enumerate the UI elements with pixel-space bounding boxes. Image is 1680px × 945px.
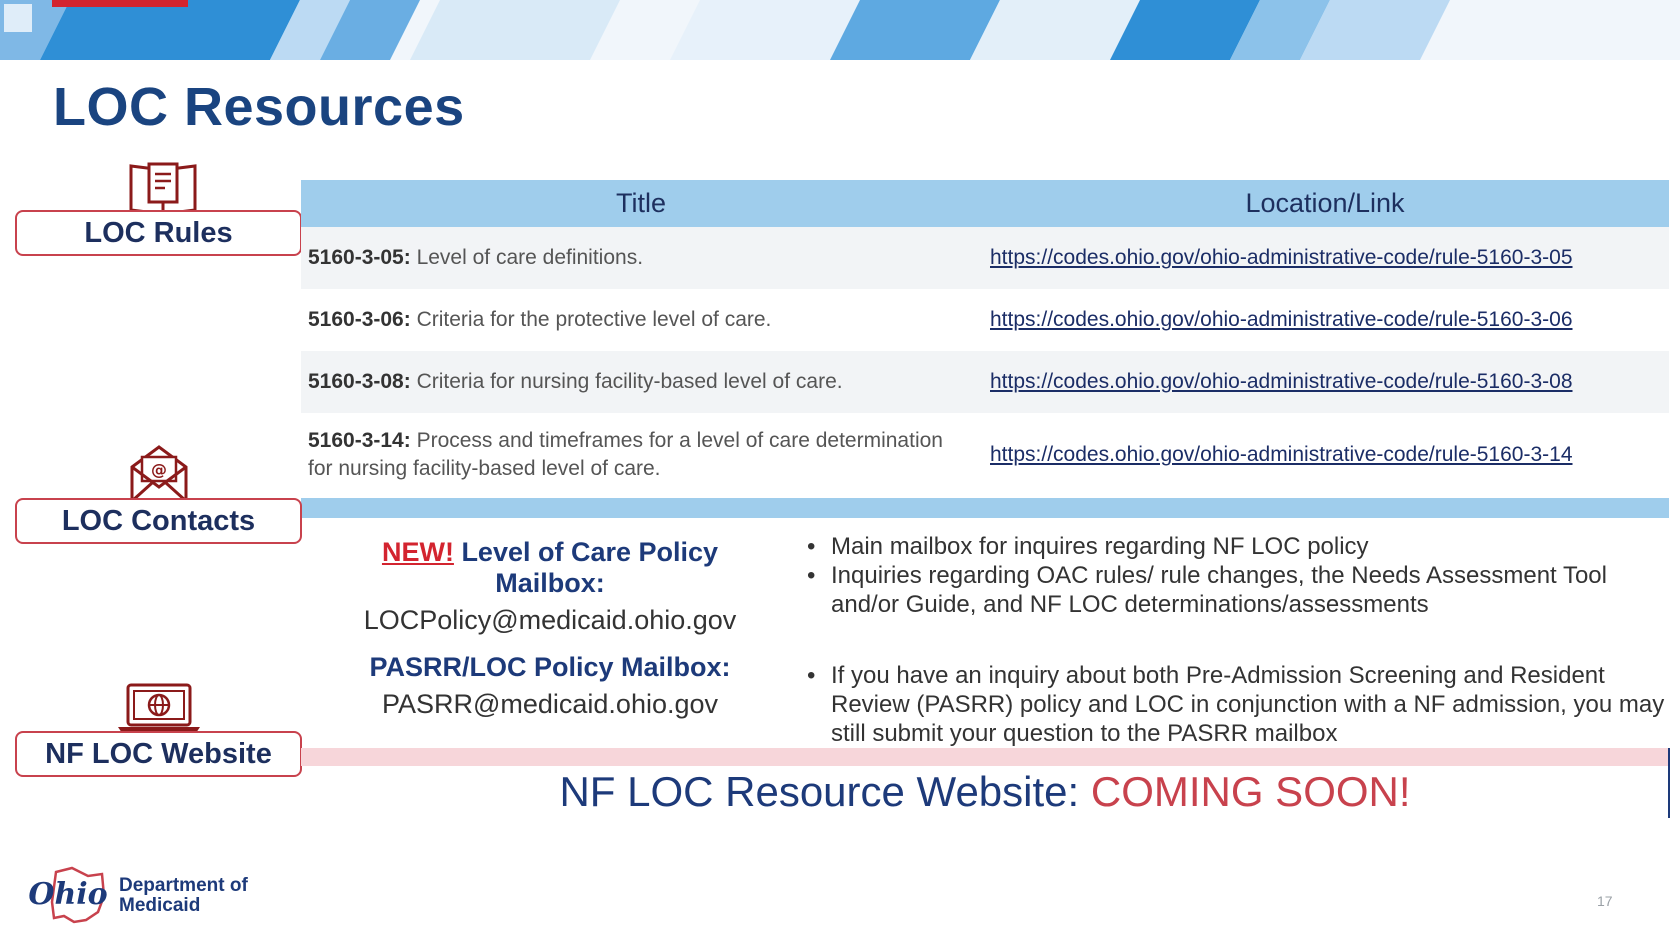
- website-divider: [301, 748, 1669, 766]
- rule-code: 5160-3-05:: [308, 246, 411, 269]
- rule-desc: Criteria for nursing facility-based leve…: [410, 370, 843, 393]
- department-name: Department of Medicaid: [119, 876, 248, 916]
- rule-title: 5160-3-06: Criteria for the protective l…: [301, 306, 981, 334]
- list-item: Main mailbox for inquires regarding NF L…: [805, 532, 1655, 561]
- list-item: Inquiries regarding OAC rules/ rule chan…: [805, 561, 1655, 619]
- table-row: 5160-3-14: Process and timeframes for a …: [301, 413, 1669, 497]
- rule-desc: Criteria for the protective level of car…: [410, 308, 772, 331]
- page-number: 17: [1597, 893, 1613, 909]
- loc-rules-label: LOC Rules: [15, 210, 302, 256]
- rule-title: 5160-3-08: Criteria for nursing facility…: [301, 368, 981, 396]
- ohio-logo: Ohio: [28, 866, 108, 924]
- table-header: Title Location/Link: [301, 180, 1669, 227]
- header-banner: [0, 0, 1680, 60]
- rule-title: 5160-3-05: Level of care definitions.: [301, 244, 981, 272]
- laptop-globe-icon: [118, 683, 200, 733]
- nf-loc-website-label: NF LOC Website: [15, 731, 302, 777]
- rule-code: 5160-3-14:: [308, 429, 411, 452]
- new-tag: NEW!: [381, 537, 454, 567]
- rule-code: 5160-3-06:: [308, 308, 411, 331]
- list-item: If you have an inquiry about both Pre-Ad…: [805, 661, 1665, 748]
- dept-line-1: Department of: [119, 875, 248, 896]
- mailbox-heading: NEW! Level of Care Policy Mailbox:: [330, 537, 770, 599]
- mailbox-email[interactable]: PASRR@medicaid.ohio.gov: [330, 689, 770, 720]
- rule-link[interactable]: https://codes.ohio.gov/ohio-administrati…: [981, 308, 1669, 332]
- rule-link[interactable]: https://codes.ohio.gov/ohio-administrati…: [981, 370, 1669, 394]
- rule-desc: Level of care definitions.: [410, 246, 644, 269]
- book-icon: [129, 162, 197, 216]
- pasrr-policy-mailbox: PASRR/LOC Policy Mailbox: PASRR@medicaid…: [330, 652, 770, 720]
- table-row: 5160-3-08: Criteria for nursing facility…: [301, 351, 1669, 413]
- envelope-at-icon: @: [130, 445, 188, 503]
- table-row: 5160-3-06: Criteria for the protective l…: [301, 289, 1669, 351]
- mailbox-email[interactable]: LOCPolicy@medicaid.ohio.gov: [330, 605, 770, 636]
- website-status: COMING SOON!: [1090, 768, 1411, 815]
- pasrr-mailbox-bullets: If you have an inquiry about both Pre-Ad…: [805, 661, 1665, 748]
- loc-mailbox-bullets: Main mailbox for inquires regarding NF L…: [805, 532, 1655, 619]
- rule-code: 5160-3-08:: [308, 370, 411, 393]
- rule-link[interactable]: https://codes.ohio.gov/ohio-administrati…: [981, 443, 1669, 467]
- table-row: 5160-3-05: Level of care definitions. ht…: [301, 227, 1669, 289]
- website-label: NF LOC Resource Website:: [559, 768, 1091, 815]
- mailbox-heading: PASRR/LOC Policy Mailbox:: [369, 652, 731, 682]
- svg-text:@: @: [151, 460, 167, 479]
- column-header-title: Title: [615, 188, 666, 218]
- column-header-link: Location/Link: [1245, 188, 1405, 218]
- website-announcement: NF LOC Resource Website: COMING SOON!: [301, 768, 1669, 816]
- loc-contacts-label: LOC Contacts: [15, 498, 302, 544]
- page-title: LOC Resources: [53, 77, 465, 137]
- rules-table: Title Location/Link 5160-3-05: Level of …: [301, 180, 1669, 497]
- mailbox-title: Level of Care Policy Mailbox:: [453, 537, 719, 598]
- svg-text:Ohio: Ohio: [28, 877, 107, 912]
- rule-title: 5160-3-14: Process and timeframes for a …: [301, 427, 981, 483]
- section-divider: [301, 498, 1669, 518]
- banner-stripes: [0, 0, 1450, 60]
- rule-link[interactable]: https://codes.ohio.gov/ohio-administrati…: [981, 246, 1669, 270]
- loc-policy-mailbox: NEW! Level of Care Policy Mailbox: LOCPo…: [330, 537, 770, 636]
- dept-line-2: Medicaid: [119, 895, 201, 916]
